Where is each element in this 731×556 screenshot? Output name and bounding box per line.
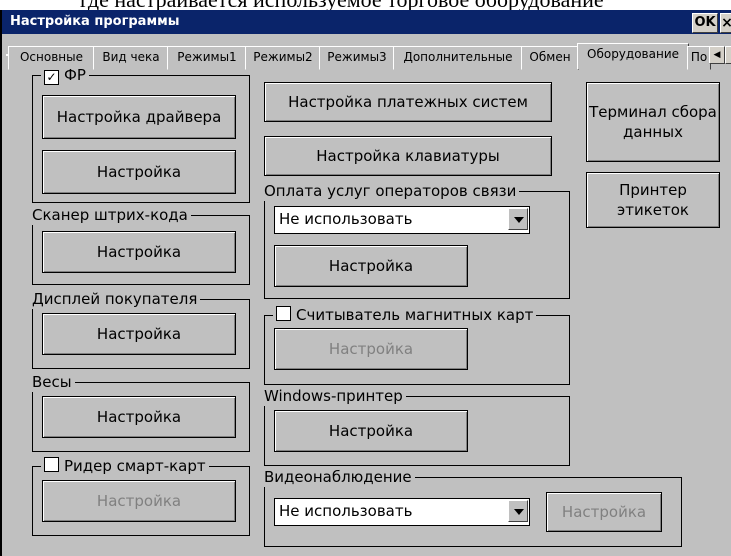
- magnetic-setup-button[interactable]: Настройка: [274, 328, 468, 370]
- ok-button[interactable]: OK: [692, 13, 718, 33]
- telecom-select[interactable]: Не использовать: [274, 206, 530, 234]
- tab-modes2[interactable]: Режимы2: [245, 46, 321, 70]
- tab-exchange[interactable]: Обмен: [521, 46, 579, 70]
- chevron-down-icon[interactable]: [508, 208, 528, 230]
- video-select-value: Не использовать: [279, 502, 413, 520]
- title-bar: Настройка программы: [2, 10, 731, 34]
- win-printer-label: Windows-принтер: [261, 386, 406, 406]
- tab-modes3[interactable]: Режимы3: [319, 46, 395, 70]
- fr-checkbox[interactable]: ✓: [44, 70, 59, 85]
- settings-window: Настройка программы OK × Основные Вид че…: [0, 10, 731, 556]
- magnetic-checkbox[interactable]: [276, 306, 291, 321]
- scanner-setup-button[interactable]: Настройка: [42, 231, 236, 273]
- smartcard-legend: Ридер смарт-карт: [41, 456, 209, 476]
- win-printer-setup-button[interactable]: Настройка: [274, 410, 468, 452]
- smartcard-label: Ридер смарт-карт: [64, 457, 206, 475]
- tab-more[interactable]: По: [687, 46, 711, 70]
- tab-scroll-left-icon[interactable]: ◀: [709, 46, 725, 64]
- fr-driver-setup-button[interactable]: Настройка драйвера: [42, 95, 236, 139]
- label-printer-button[interactable]: Принтер этикеток: [586, 172, 720, 228]
- display-label: Дисплей покупателя: [29, 289, 201, 309]
- scales-setup-button[interactable]: Настройка: [42, 396, 236, 438]
- tab-equipment[interactable]: Оборудование: [577, 43, 689, 69]
- magnetic-legend: Считыватель магнитных карт: [273, 305, 537, 325]
- video-select[interactable]: Не использовать: [274, 498, 530, 526]
- payment-systems-button[interactable]: Настройка платежных систем: [264, 82, 552, 122]
- window-title: Настройка программы: [10, 14, 180, 29]
- scanner-label: Сканер штрих-кода: [29, 205, 191, 225]
- telecom-select-value: Не использовать: [279, 210, 413, 228]
- close-button[interactable]: ×: [720, 13, 731, 33]
- telecom-setup-button[interactable]: Настройка: [274, 245, 468, 287]
- scales-label: Весы: [29, 372, 75, 392]
- fr-setup-button[interactable]: Настройка: [42, 150, 236, 194]
- video-setup-button[interactable]: Настройка: [546, 492, 662, 532]
- tab-receipt-view[interactable]: Вид чека: [93, 46, 169, 70]
- tab-scroll-right-icon[interactable]: [725, 46, 731, 64]
- fr-legend: ✓ ФР: [41, 65, 89, 85]
- keyboard-setup-button[interactable]: Настройка клавиатуры: [264, 136, 552, 176]
- display-setup-button[interactable]: Настройка: [42, 313, 236, 355]
- tab-additional[interactable]: Дополнительные: [393, 46, 523, 70]
- video-label: Видеонаблюдение: [261, 467, 415, 487]
- telecom-label: Оплата услуг операторов связи: [261, 181, 520, 201]
- smartcard-checkbox[interactable]: [44, 457, 59, 472]
- magnetic-label: Считыватель магнитных карт: [296, 306, 534, 324]
- fr-label: ФР: [64, 66, 86, 84]
- smartcard-setup-button[interactable]: Настройка: [42, 480, 236, 522]
- terminal-button[interactable]: Терминал сбора данных: [586, 82, 720, 162]
- chevron-down-icon[interactable]: [508, 500, 528, 522]
- tab-modes1[interactable]: Режимы1: [167, 46, 247, 70]
